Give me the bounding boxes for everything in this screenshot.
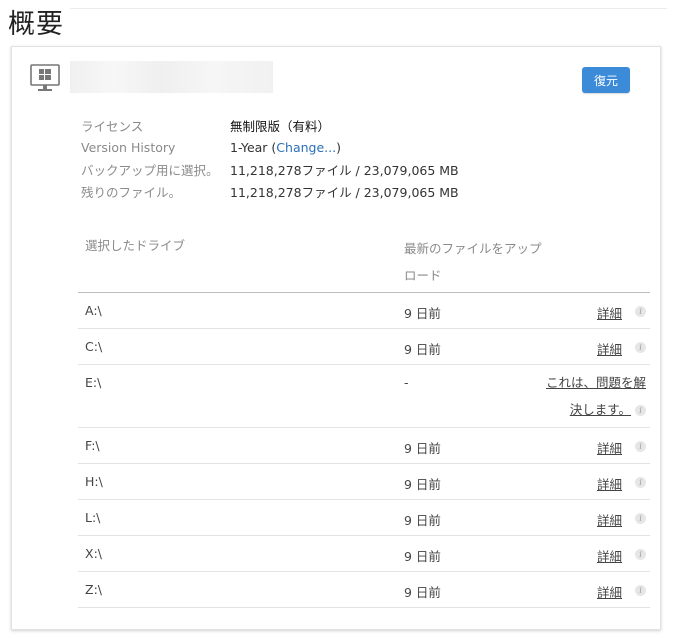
last-upload-value: - [404, 375, 409, 390]
last-upload-value: 9 日前 [404, 477, 441, 492]
details-link[interactable]: 詳細 [597, 438, 622, 457]
last-upload-value: 9 日前 [404, 441, 441, 456]
table-row: C:\ 9 日前 詳細 i [78, 329, 650, 365]
details-link[interactable]: 詳細 [597, 339, 622, 358]
info-icon[interactable]: i [635, 477, 646, 488]
license-row: ライセンス 無制限版（有料） [81, 114, 459, 136]
drive-letter: L:\ [85, 510, 101, 525]
selected-value: 11,218,278ファイル / 23,079,065 MB [230, 162, 459, 178]
restore-button[interactable]: 復元 [582, 67, 630, 93]
computer-name-redacted [70, 61, 273, 93]
selected-label: バックアップ用に選択。 [81, 162, 219, 178]
overview-card: 復元 ライセンス 無制限版（有料） Version History 1-Year… [11, 46, 661, 630]
backup-info: ライセンス 無制限版（有料） Version History 1-Year (C… [81, 114, 459, 202]
version-history-value: 1-Year (Change...) [230, 140, 341, 155]
column-header-last-upload: 最新のファイルをアップロード [404, 241, 542, 283]
drive-letter: C:\ [85, 339, 103, 354]
version-suffix: ) [336, 139, 341, 155]
version-history-label: Version History [81, 139, 176, 155]
last-upload-value: 9 日前 [404, 513, 441, 528]
change-link[interactable]: Change... [276, 140, 336, 155]
license-value: 無制限版（有料） [230, 118, 331, 134]
last-upload-value: 9 日前 [404, 549, 441, 564]
table-row: X:\ 9 日前 詳細 i [78, 536, 650, 572]
table-row: L:\ 9 日前 詳細 i [78, 500, 650, 536]
info-icon[interactable]: i [635, 441, 646, 452]
last-upload-value: 9 日前 [404, 342, 441, 357]
drive-letter: F:\ [85, 438, 100, 453]
drives-table: 選択したドライブ 最新のファイルをアップロード A:\ 9 日前 詳細 i C:\ 9 日… [78, 229, 650, 608]
info-icon[interactable]: i [635, 513, 646, 524]
details-link[interactable]: 詳細 [597, 582, 622, 601]
info-icon[interactable]: i [635, 405, 646, 416]
version-history-row: Version History 1-Year (Change...) [81, 136, 459, 158]
last-upload-value: 9 日前 [404, 585, 441, 600]
table-row: Z:\ 9 日前 詳細 i [78, 572, 650, 608]
drives-table-body: A:\ 9 日前 詳細 i C:\ 9 日前 詳細 i E:\ - これは、問題を解決します。 i F:… [78, 293, 650, 608]
table-row: F:\ 9 日前 詳細 i [78, 428, 650, 464]
last-upload-value: 9 日前 [404, 306, 441, 321]
fix-problem-link[interactable]: これは、問題を解決します。 [546, 375, 646, 417]
table-row: H:\ 9 日前 詳細 i [78, 464, 650, 500]
windows-computer-icon [30, 64, 60, 91]
table-row: E:\ - これは、問題を解決します。 i [78, 365, 650, 428]
drives-table-header: 選択したドライブ 最新のファイルをアップロード [78, 229, 650, 293]
drive-letter: A:\ [85, 303, 102, 318]
selected-for-backup-row: バックアップ用に選択。 11,218,278ファイル / 23,079,065 … [81, 158, 459, 180]
drive-letter: E:\ [85, 375, 102, 390]
column-header-drive: 選択したドライブ [85, 238, 186, 253]
info-icon[interactable]: i [635, 342, 646, 353]
remaining-label: 残りのファイル。 [81, 184, 182, 200]
info-icon[interactable]: i [635, 585, 646, 596]
drive-letter: Z:\ [85, 582, 102, 597]
details-link[interactable]: 詳細 [597, 510, 622, 529]
info-icon[interactable]: i [635, 306, 646, 317]
license-label: ライセンス [81, 118, 144, 134]
fix-problem-cell: これは、問題を解決します。 i [546, 369, 646, 423]
top-divider [70, 8, 667, 9]
page-title: 概要 [8, 9, 64, 40]
remaining-files-row: 残りのファイル。 11,218,278ファイル / 23,079,065 MB [81, 180, 459, 202]
info-icon[interactable]: i [635, 549, 646, 560]
details-link[interactable]: 詳細 [597, 474, 622, 493]
table-row: A:\ 9 日前 詳細 i [78, 293, 650, 329]
drive-letter: X:\ [85, 546, 102, 561]
details-link[interactable]: 詳細 [597, 303, 622, 322]
version-prefix: 1-Year ( [230, 139, 277, 155]
remaining-value: 11,218,278ファイル / 23,079,065 MB [230, 184, 459, 200]
details-link[interactable]: 詳細 [597, 546, 622, 565]
drive-letter: H:\ [85, 474, 103, 489]
